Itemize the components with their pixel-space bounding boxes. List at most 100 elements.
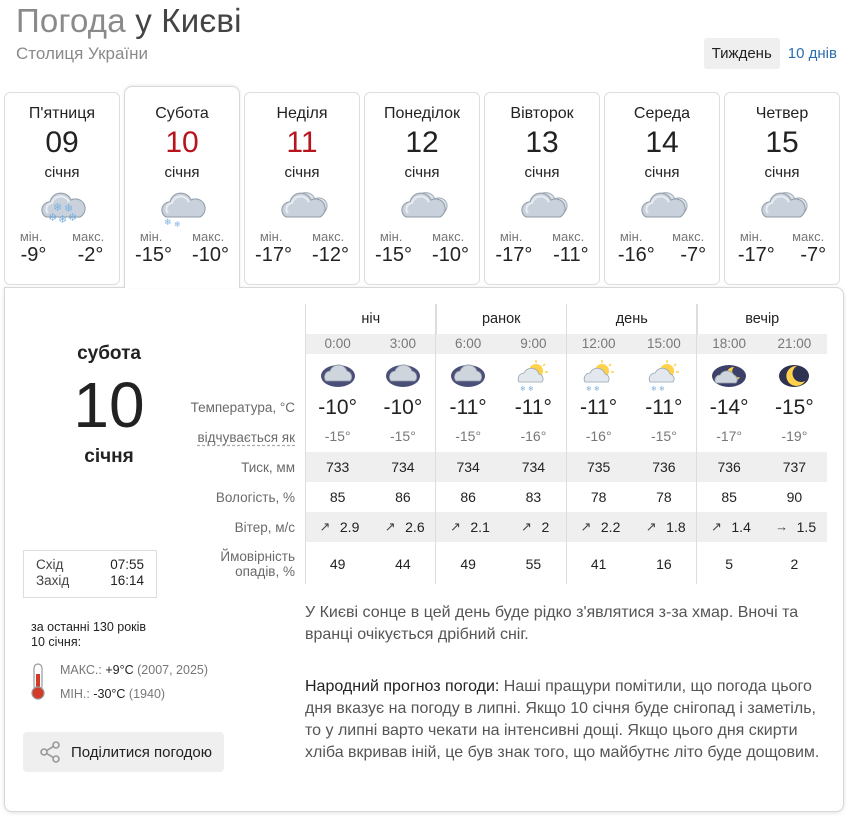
day-part: вечір: [696, 304, 828, 334]
hour-label: 9:00: [520, 336, 547, 351]
svg-text:❄: ❄: [659, 385, 665, 392]
title-city: у Києві: [135, 2, 242, 39]
max-label: макс.: [192, 229, 225, 244]
min-label: мін.: [619, 229, 643, 244]
wind-direction-icon: ↗: [521, 519, 532, 534]
wind-direction-icon: ↗: [710, 519, 722, 534]
min-temp: -17°: [495, 244, 533, 266]
max-label: макс.: [792, 229, 825, 244]
light-snow-icon: ❄ ❄: [154, 187, 210, 229]
max-label: макс.: [72, 229, 105, 244]
hour-label: 12:00: [581, 336, 616, 351]
humidity-label: Вологість, %: [215, 490, 295, 505]
hour-label: 15:00: [646, 336, 681, 351]
min-label: мін.: [139, 229, 163, 244]
day-part: ніч: [305, 304, 436, 334]
day-tab-3[interactable]: Неділя 11 січня мін. макс. -17° -12°: [244, 92, 360, 285]
humidity-cell: 78: [656, 489, 672, 505]
feels-like-cell: -16°: [585, 428, 612, 444]
day-tab-5[interactable]: Вівторок 13 січня мін. макс. -17° -11°: [484, 92, 600, 285]
moon-cloud-icon: [697, 354, 762, 398]
tab-10-days[interactable]: 10 днів: [788, 45, 837, 62]
wind-speed: 2.6: [405, 519, 425, 535]
max-temp: -10°: [192, 244, 229, 266]
day-tab-2[interactable]: Субота 10 січня ❄ ❄ мін. макс. -15° -10°: [124, 86, 240, 288]
feels-like-cell: -15°: [324, 428, 351, 444]
wind-cell: ↗ 2: [501, 512, 566, 542]
min-temp: -15°: [375, 244, 412, 266]
min-temp: -15°: [135, 244, 172, 266]
wind-speed: 2.1: [470, 519, 490, 535]
humidity-cell: 78: [590, 489, 607, 505]
record-min-label: МІН.:: [60, 687, 90, 701]
temp-cell: -11°: [514, 396, 552, 419]
wind-direction-icon: →: [775, 519, 789, 534]
wind-speed: 2: [541, 519, 550, 535]
day-number: 12: [405, 126, 439, 159]
sunrise-label: Схід: [36, 557, 64, 572]
temp-cell: -10°: [318, 396, 357, 419]
day-name: Вівторок: [510, 105, 574, 122]
day-month: січня: [764, 164, 800, 181]
share-icon: [40, 741, 60, 763]
svg-text:❄: ❄: [164, 218, 172, 228]
day-tab-1[interactable]: П'ятниця 09 січня ❄ ❄ ❄ ❄ ❄ мін. макс. -9° -2°: [4, 92, 120, 285]
svg-text:❄: ❄: [651, 385, 657, 392]
record-max-years: (2007, 2025): [137, 663, 209, 677]
wind-direction-icon: ↗: [580, 519, 592, 534]
feels-like-label[interactable]: відчувається як: [109, 430, 296, 445]
max-temp: -11°: [553, 244, 589, 266]
pressure-cell: 734: [521, 459, 546, 475]
hourly-forecast: ніч ранок день вечір 0:00 3:00 6:00 9:00 12:00 1…: [191, 304, 828, 584]
wind-cell: ↗ 2.6: [370, 512, 435, 542]
thermometer-icon: [31, 663, 45, 700]
feels-like-cell: -15°: [455, 428, 482, 444]
pressure-cell: 737: [782, 459, 807, 475]
humidity-cell: 86: [395, 489, 411, 505]
humidity-cell: 83: [525, 489, 542, 505]
max-label: макс.: [672, 229, 705, 244]
min-label: мін.: [379, 229, 403, 244]
wind-direction-icon: ↗: [319, 519, 331, 534]
tab-week[interactable]: Тиждень: [703, 38, 780, 69]
moon-icon: [762, 354, 827, 398]
day-number: 10: [165, 126, 199, 159]
title-prefix: Погода: [16, 2, 126, 39]
temp-cell: -11°: [580, 396, 618, 419]
share-button[interactable]: Поділитися погодою: [23, 732, 224, 772]
precip-cell: 41: [590, 556, 607, 572]
pressure-cell: 734: [456, 459, 480, 475]
day-month: січня: [164, 164, 200, 181]
sun-cloud-snow-icon: ❄ ❄: [631, 354, 696, 398]
max-temp: -2°: [77, 244, 104, 266]
wind-cell: ↗ 2.1: [436, 512, 501, 542]
day-name: Четвер: [755, 105, 809, 122]
max-label: макс.: [432, 229, 465, 244]
record-min: МІН.: -30°C (1940): [60, 687, 165, 701]
wind-speed: 1.4: [731, 519, 751, 535]
wind-label: Вітер, м/с: [234, 520, 295, 535]
sun-cloud-snow-icon: ❄ ❄: [501, 354, 566, 398]
wind-direction-icon: ↗: [645, 519, 657, 534]
day-tab-4[interactable]: Понеділок 12 січня мін. макс. -15° -10°: [364, 92, 480, 285]
history-caption: за останні 130 років 10 січня:: [31, 620, 146, 650]
svg-text:❄: ❄: [520, 385, 526, 392]
record-max: МАКС.: +9°C (2007, 2025): [60, 663, 208, 677]
hour-label: 18:00: [712, 336, 747, 351]
pressure-cell: 736: [652, 459, 676, 475]
cloudy-icon: [394, 187, 450, 229]
night-cloud-icon: [370, 354, 435, 398]
precip-cell: 49: [460, 556, 476, 572]
day-tab-7[interactable]: Четвер 15 січня мін. макс. -17° -7°: [724, 92, 840, 285]
night-cloud-icon: [436, 354, 501, 398]
day-month: січня: [284, 164, 320, 181]
max-temp: -12°: [312, 244, 349, 266]
min-temp: -16°: [617, 244, 655, 266]
max-temp: -7°: [800, 244, 827, 266]
hour-label: 6:00: [454, 336, 482, 351]
precip-cell: 44: [395, 556, 411, 572]
feels-like-cell: -15°: [650, 428, 677, 444]
svg-text:❄: ❄: [528, 385, 534, 392]
day-tab-6[interactable]: Середа 14 січня мін. макс. -16° -7°: [604, 92, 720, 285]
history-line-1: за останні 130 років: [31, 620, 147, 634]
